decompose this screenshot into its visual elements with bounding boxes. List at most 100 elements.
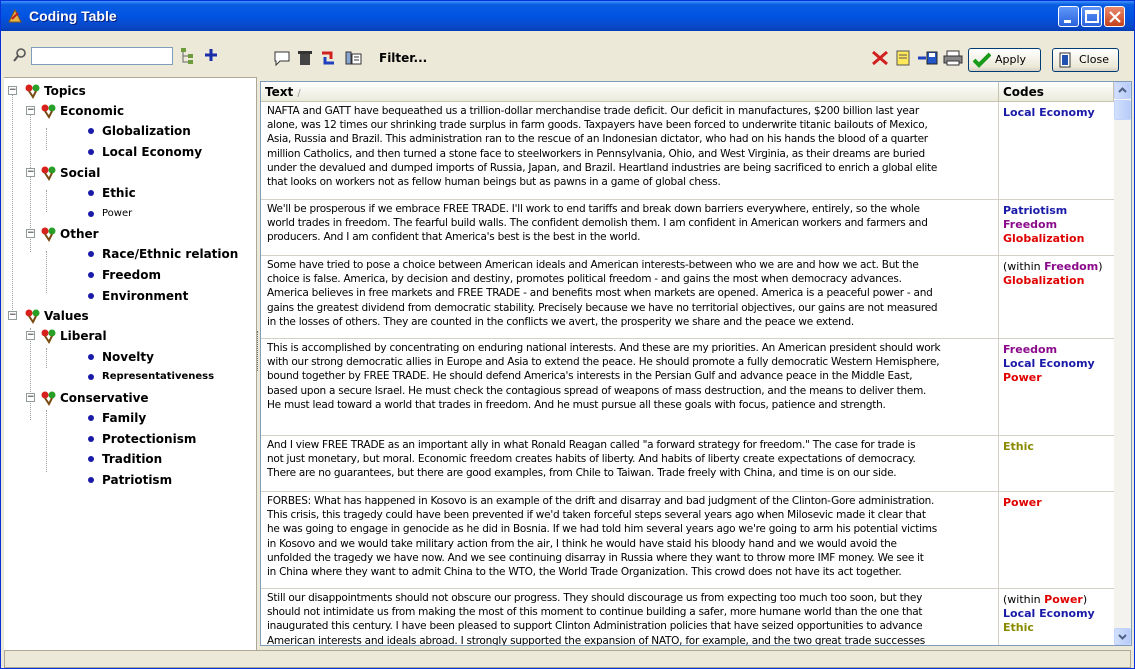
remove-code-icon[interactable] — [871, 50, 889, 66]
close-label: Close — [1079, 53, 1109, 66]
code-label[interactable]: Freedom — [1003, 218, 1115, 232]
code-dot-icon — [88, 190, 94, 196]
print-icon[interactable] — [943, 50, 963, 66]
scroll-thumb[interactable] — [1114, 100, 1131, 120]
export-icon[interactable] — [917, 50, 939, 66]
tree-label: Tradition — [102, 452, 163, 466]
code-dot-icon — [88, 211, 94, 217]
code-label[interactable]: Local Economy — [1003, 357, 1115, 371]
collapse-icon[interactable]: − — [26, 229, 35, 238]
row-codes: Power — [1003, 496, 1115, 510]
search-input[interactable] — [31, 47, 173, 65]
coding-grid: Text / Codes NAFTA and GATT have bequeat… — [260, 81, 1132, 646]
tree-label: Other — [60, 227, 99, 241]
tree-pane: − Topics − Economic Globalization Local … — [4, 34, 257, 668]
tree-label: Economic — [60, 104, 125, 118]
code-dot-icon — [88, 128, 94, 134]
vertical-scrollbar[interactable] — [1114, 82, 1131, 645]
code-folder-icon — [25, 84, 40, 99]
code-label[interactable]: Patriotism — [1003, 204, 1115, 218]
tree-label: Ethic — [102, 186, 136, 200]
code-label[interactable]: Globalization — [1003, 274, 1115, 288]
scroll-down-button[interactable] — [1114, 628, 1131, 645]
collapse-icon[interactable]: − — [26, 331, 35, 340]
collapse-icon[interactable]: − — [26, 168, 35, 177]
table-row[interactable]: NAFTA and GATT have bequeathed us a tril… — [261, 102, 1114, 200]
search-icon — [13, 48, 26, 62]
code-label[interactable]: Local Economy — [1003, 607, 1115, 621]
expand-tree-icon[interactable] — [180, 47, 196, 65]
minimize-icon — [1064, 20, 1071, 23]
add-code-icon[interactable] — [204, 48, 218, 62]
tree-label: Environment — [102, 289, 189, 303]
table-row[interactable]: Some have tried to pose a choice between… — [261, 256, 1114, 339]
code-dot-icon — [88, 456, 94, 462]
code-folder-icon — [41, 227, 56, 242]
title-bar[interactable]: Coding Table — [1, 1, 1134, 31]
table-row[interactable]: We'll be prosperous if we embrace FREE T… — [261, 200, 1114, 256]
delete-icon[interactable] — [297, 50, 313, 66]
row-codes: Local Economy — [1003, 106, 1115, 120]
filter-label[interactable]: Filter... — [379, 51, 427, 65]
collapse-icon[interactable]: − — [8, 86, 17, 95]
tree-label: Conservative — [60, 391, 149, 405]
tree-label: Freedom — [102, 268, 161, 282]
coding-table-window: Coding Table − Topics − Economic Globali… — [0, 0, 1135, 669]
tree-label: Globalization — [102, 124, 191, 138]
memo-icon[interactable] — [895, 50, 911, 66]
code-folder-icon — [41, 104, 56, 119]
code-label[interactable]: Power — [1003, 496, 1115, 510]
code-label[interactable]: Ethic — [1003, 621, 1115, 635]
minimize-button[interactable] — [1058, 6, 1079, 27]
code-label[interactable]: Freedom — [1003, 343, 1115, 357]
filter-icon[interactable] — [345, 50, 363, 66]
row-codes: Ethic — [1003, 440, 1115, 454]
row-text: NAFTA and GATT have bequeathed us a tril… — [267, 105, 938, 189]
close-icon — [1109, 11, 1121, 23]
column-header-text[interactable]: Text / — [261, 82, 999, 102]
table-row[interactable]: Still our disappointments should not obs… — [261, 589, 1115, 645]
tree-label: Representativeness — [102, 371, 215, 382]
apply-button[interactable]: Apply — [968, 48, 1041, 72]
row-codes: (within Power) Local Economy Ethic — [1003, 593, 1115, 635]
tree-label: Social — [60, 166, 101, 180]
code-dot-icon — [88, 415, 94, 421]
collapse-icon[interactable]: − — [8, 311, 17, 320]
code-label[interactable]: Local Economy — [1003, 106, 1115, 120]
code-tree: − Topics − Economic Globalization Local … — [4, 77, 257, 668]
apply-label: Apply — [995, 53, 1027, 66]
tree-toolbar — [4, 34, 254, 74]
tree-label: Family — [102, 411, 147, 425]
table-row[interactable]: FORBES: What has happened in Kosovo is a… — [261, 492, 1114, 589]
row-text: Some have tried to pose a choice between… — [267, 259, 938, 328]
window-title: Coding Table — [29, 8, 117, 24]
close-button[interactable]: Close — [1052, 48, 1119, 72]
recode-icon[interactable] — [319, 50, 337, 66]
tree-label: Race/Ethnic relation — [102, 247, 239, 261]
column-header-codes[interactable]: Codes — [999, 82, 1114, 102]
checkmark-icon — [973, 52, 991, 68]
header-label: Codes — [1003, 85, 1044, 99]
code-label[interactable]: Globalization — [1003, 232, 1115, 246]
table-row[interactable]: And I view FREE TRADE as an important al… — [261, 436, 1114, 492]
code-dot-icon — [88, 354, 94, 360]
app-icon — [8, 8, 22, 23]
scroll-up-button[interactable] — [1114, 82, 1131, 99]
maximize-button[interactable] — [1081, 6, 1102, 27]
table-row[interactable]: This is accomplished by concentrating on… — [261, 339, 1114, 436]
row-text: FORBES: What has happened in Kosovo is a… — [267, 495, 937, 579]
code-folder-icon — [41, 391, 56, 406]
tree-label: Protectionism — [102, 432, 197, 446]
scroll-up-icon — [1118, 87, 1127, 93]
code-folder-icon — [41, 166, 56, 181]
tree-label: Values — [44, 309, 89, 323]
collapse-icon[interactable]: − — [26, 393, 35, 402]
close-window-button[interactable] — [1104, 6, 1125, 27]
code-label[interactable]: Power — [1003, 371, 1115, 385]
maximize-icon — [1085, 10, 1099, 23]
row-text: And I view FREE TRADE as an important al… — [267, 439, 916, 480]
code-label[interactable]: Ethic — [1003, 440, 1115, 454]
collapse-icon[interactable]: − — [26, 106, 35, 115]
code-dot-icon — [88, 293, 94, 299]
comment-icon[interactable] — [273, 50, 291, 66]
